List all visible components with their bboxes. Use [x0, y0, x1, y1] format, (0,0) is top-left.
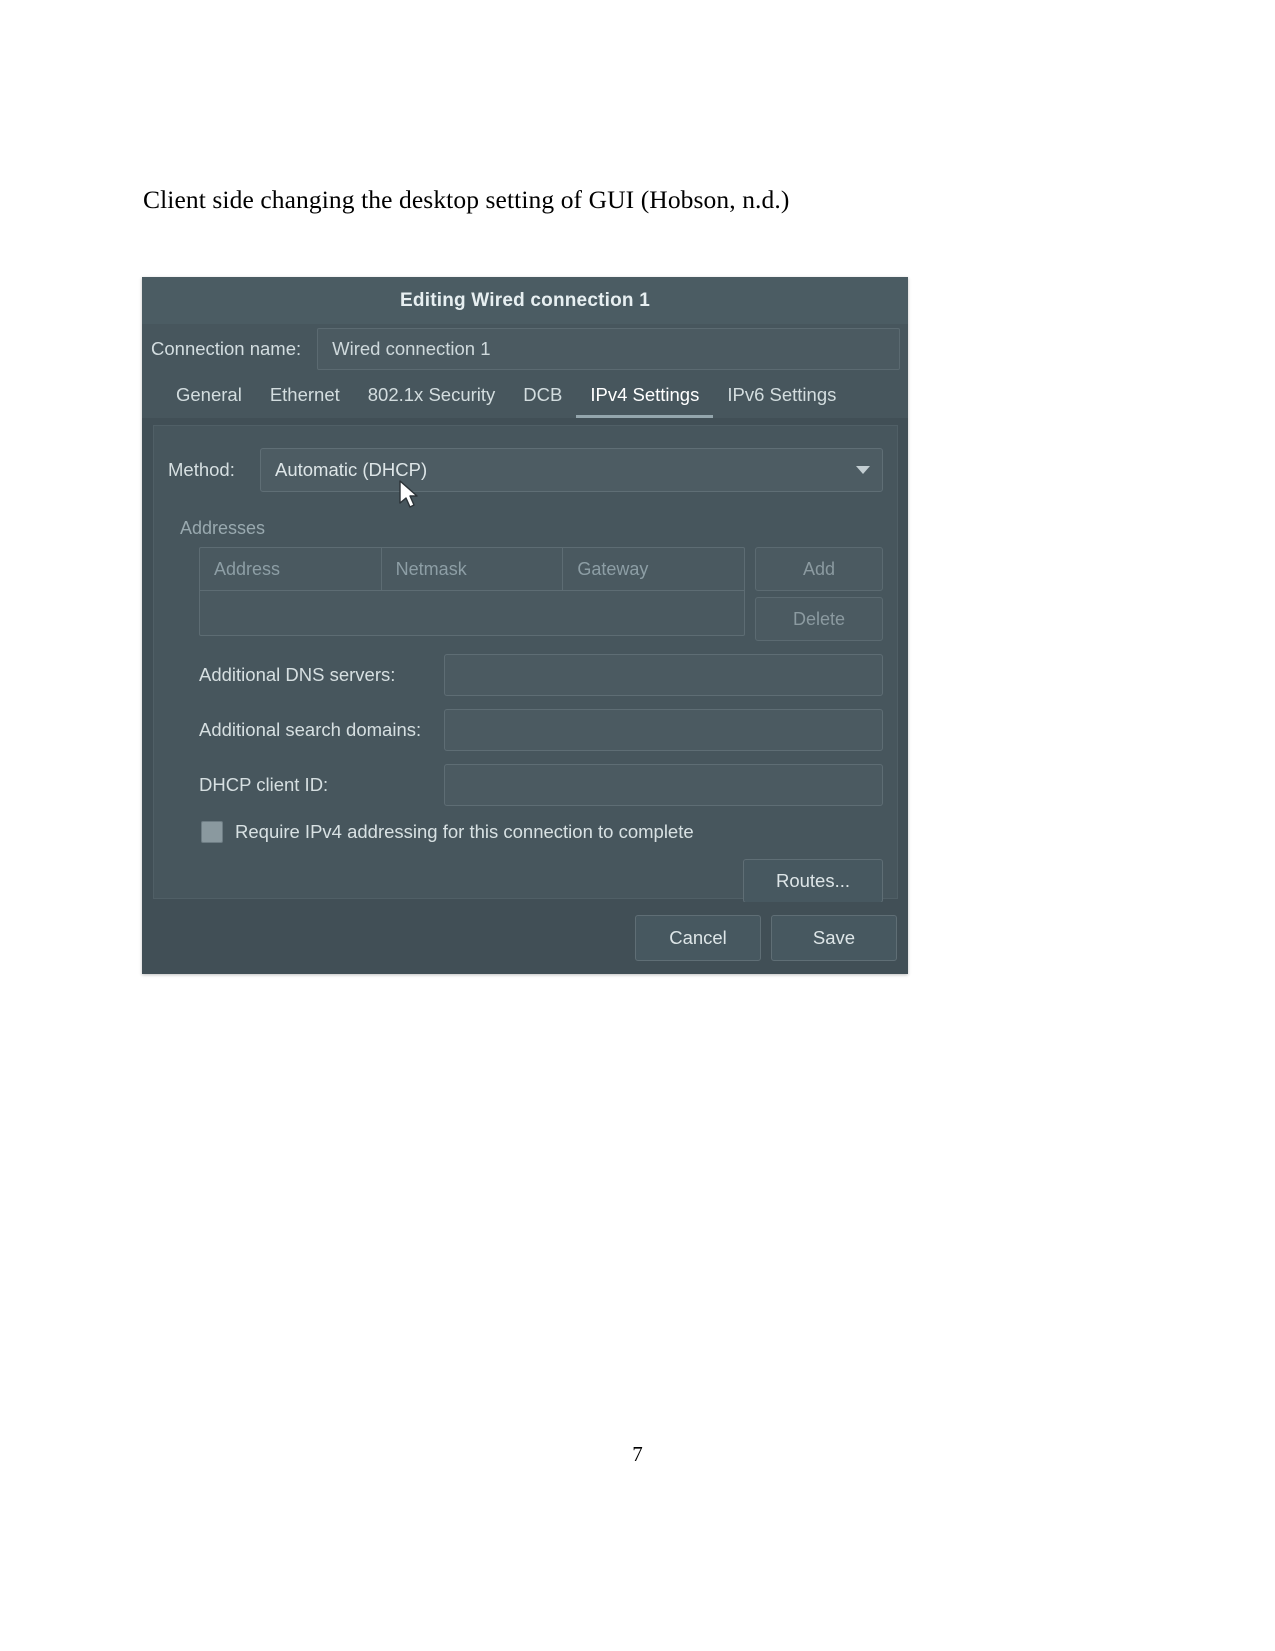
tab-ipv4-settings[interactable]: IPv4 Settings: [576, 384, 714, 418]
column-header-netmask: Netmask: [382, 548, 564, 590]
tab-ethernet[interactable]: Ethernet: [256, 384, 354, 418]
tab-bar: General Ethernet 802.1x Security DCB IPv…: [142, 374, 908, 418]
connection-name-row: Connection name: Wired connection 1: [142, 324, 908, 374]
dialog-titlebar: Editing Wired connection 1: [142, 277, 908, 324]
tab-ipv6-settings[interactable]: IPv6 Settings: [713, 384, 850, 418]
method-selected-value: Automatic (DHCP): [275, 459, 428, 480]
dialog-title: Editing Wired connection 1: [400, 289, 650, 311]
save-button[interactable]: Save: [771, 915, 897, 961]
dns-servers-label: Additional DNS servers:: [199, 664, 396, 685]
addresses-group-label: Addresses: [180, 518, 266, 538]
addresses-table[interactable]: Address Netmask Gateway: [199, 547, 745, 636]
addresses-table-header: Address Netmask Gateway: [200, 548, 744, 591]
column-header-gateway: Gateway: [577, 558, 649, 579]
tab-802-1x-security[interactable]: 802.1x Security: [354, 384, 510, 418]
tab-general[interactable]: General: [162, 384, 256, 418]
delete-address-button[interactable]: Delete: [755, 597, 883, 641]
addresses-table-body[interactable]: [200, 591, 744, 635]
addresses-button-group: Add Delete: [755, 547, 883, 641]
connection-name-input[interactable]: Wired connection 1: [317, 328, 900, 370]
ipv4-settings-panel: Method: Automatic (DHCP) Addresses Addre…: [153, 425, 898, 903]
figure-caption: Client side changing the desktop setting…: [143, 185, 790, 214]
routes-button[interactable]: Routes...: [743, 859, 883, 903]
search-domains-input[interactable]: [444, 709, 883, 751]
connection-name-label: Connection name:: [151, 338, 302, 359]
method-dropdown[interactable]: Automatic (DHCP): [260, 448, 883, 492]
editing-wired-connection-dialog: Editing Wired connection 1 Connection na…: [142, 277, 908, 974]
method-label: Method:: [168, 459, 235, 480]
cancel-button[interactable]: Cancel: [635, 915, 761, 961]
dns-servers-input[interactable]: [444, 654, 883, 696]
column-header-address: Address: [200, 548, 382, 590]
page-number: 7: [632, 1442, 643, 1466]
dialog-footer: Cancel Save: [142, 902, 908, 974]
dhcp-client-id-input[interactable]: [444, 764, 883, 806]
chevron-down-icon: [856, 466, 870, 474]
dhcp-client-id-label: DHCP client ID:: [199, 774, 329, 795]
search-domains-row: Additional search domains:: [154, 709, 897, 751]
dns-servers-row: Additional DNS servers:: [154, 654, 897, 696]
tab-dcb[interactable]: DCB: [509, 384, 576, 418]
add-address-button[interactable]: Add: [755, 547, 883, 591]
require-ipv4-checkbox[interactable]: [201, 821, 223, 843]
routes-row: Routes...: [154, 859, 897, 903]
search-domains-label: Additional search domains:: [199, 719, 422, 740]
method-row: Method: Automatic (DHCP): [154, 426, 897, 492]
dhcp-client-id-row: DHCP client ID:: [154, 764, 897, 806]
addresses-section: Address Netmask Gateway Add Delete: [154, 547, 897, 641]
require-ipv4-label: Require IPv4 addressing for this connect…: [235, 821, 694, 842]
require-ipv4-row[interactable]: Require IPv4 addressing for this connect…: [154, 821, 897, 843]
